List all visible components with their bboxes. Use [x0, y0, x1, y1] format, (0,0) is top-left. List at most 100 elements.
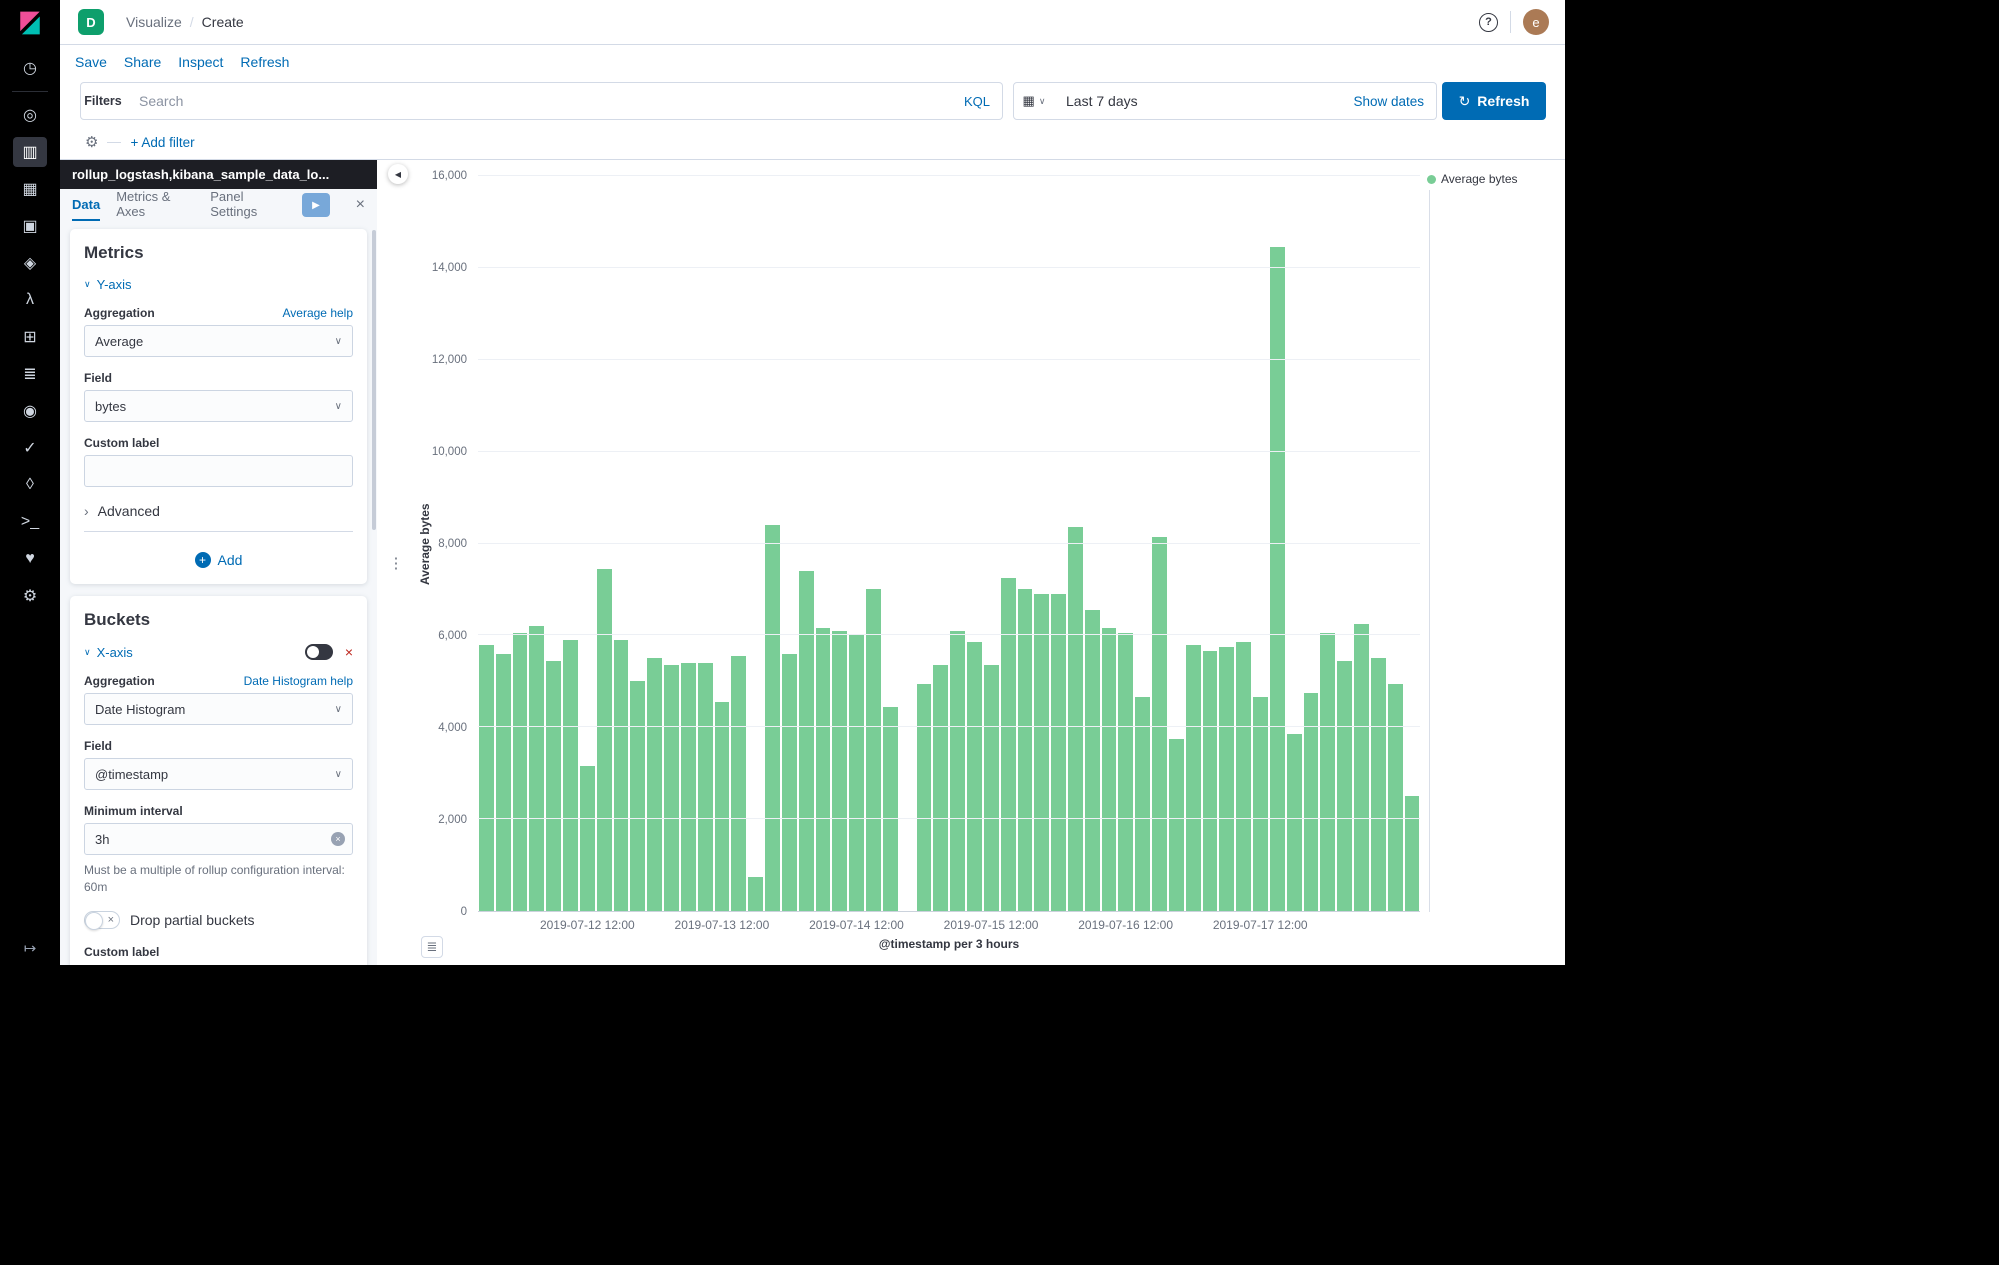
- custom-label-input[interactable]: [84, 455, 353, 487]
- machine-learning-icon[interactable]: λ: [13, 285, 47, 315]
- date-histogram-help-link[interactable]: Date Histogram help: [244, 674, 353, 688]
- tab-panel-settings[interactable]: Panel Settings: [210, 189, 286, 221]
- bar[interactable]: [1085, 610, 1100, 911]
- editor-scrollbar[interactable]: [372, 230, 376, 530]
- visualize-icon[interactable]: ▥: [13, 137, 47, 167]
- kql-switch[interactable]: KQL: [964, 94, 990, 109]
- bar[interactable]: [950, 631, 965, 911]
- bar[interactable]: [614, 640, 629, 911]
- nav-collapse-button[interactable]: ↦: [0, 939, 60, 957]
- bar[interactable]: [1236, 642, 1251, 911]
- bar[interactable]: [1169, 739, 1184, 911]
- space-badge[interactable]: D: [78, 9, 104, 35]
- remove-bucket-icon[interactable]: ×: [345, 644, 353, 660]
- bar[interactable]: [1051, 594, 1066, 911]
- bar[interactable]: [1186, 645, 1201, 911]
- bucket-aggregation-select[interactable]: Date Histogram ∨: [84, 693, 353, 725]
- bar[interactable]: [647, 658, 662, 911]
- canvas-icon[interactable]: ▣: [13, 211, 47, 241]
- average-help-link[interactable]: Average help: [283, 306, 354, 320]
- discard-changes-icon[interactable]: ×: [356, 196, 365, 214]
- bar[interactable]: [1102, 628, 1117, 911]
- bar[interactable]: [1118, 633, 1133, 911]
- bar[interactable]: [1320, 633, 1335, 911]
- advanced-toggle[interactable]: › Advanced: [84, 503, 353, 519]
- bar[interactable]: [1253, 697, 1268, 911]
- bar[interactable]: [1337, 661, 1352, 911]
- bar[interactable]: [1371, 658, 1386, 911]
- help-icon[interactable]: ?: [1479, 13, 1498, 32]
- bar[interactable]: [731, 656, 746, 911]
- filters-button[interactable]: Filters: [80, 82, 126, 120]
- bar[interactable]: [1287, 734, 1302, 911]
- recently-viewed-icon[interactable]: ◷: [13, 53, 47, 83]
- bar[interactable]: [1405, 796, 1420, 911]
- infrastructure-icon[interactable]: ⊞: [13, 322, 47, 352]
- bar[interactable]: [799, 571, 814, 911]
- bar[interactable]: [883, 707, 898, 911]
- bar[interactable]: [580, 766, 595, 911]
- bar[interactable]: [933, 665, 948, 911]
- minimum-interval-input[interactable]: [84, 823, 353, 855]
- editor-scroll-area[interactable]: Metrics ∨ Y-axis Aggregation Average hel…: [60, 221, 377, 965]
- tab-metrics-axes[interactable]: Metrics & Axes: [116, 189, 194, 221]
- tab-data[interactable]: Data: [72, 189, 100, 221]
- collapse-editor-button[interactable]: ◀: [388, 164, 408, 184]
- bar[interactable]: [715, 702, 730, 911]
- bar[interactable]: [1219, 647, 1234, 911]
- clear-input-icon[interactable]: ×: [331, 832, 345, 846]
- bar[interactable]: [513, 633, 528, 911]
- bar[interactable]: [1270, 247, 1285, 911]
- add-filter-button[interactable]: + Add filter: [130, 135, 194, 150]
- bar[interactable]: [698, 663, 713, 911]
- bar[interactable]: [1001, 578, 1016, 911]
- management-icon[interactable]: ⚙: [13, 581, 47, 611]
- bar[interactable]: [816, 628, 831, 911]
- bar[interactable]: [782, 654, 797, 911]
- bar[interactable]: [664, 665, 679, 911]
- inspect-button[interactable]: Inspect: [178, 54, 223, 70]
- refresh-button[interactable]: ↻ Refresh: [1442, 82, 1546, 120]
- bar[interactable]: [681, 663, 696, 911]
- bar[interactable]: [479, 645, 494, 911]
- bar[interactable]: [1068, 527, 1083, 911]
- bar[interactable]: [917, 684, 932, 911]
- filter-settings-gear-icon[interactable]: ⚙: [85, 133, 98, 151]
- bar[interactable]: [1388, 684, 1403, 911]
- bucket-enable-switch[interactable]: [305, 644, 333, 660]
- bar[interactable]: [563, 640, 578, 911]
- siem-icon[interactable]: ◊: [13, 470, 47, 500]
- bar[interactable]: [1018, 589, 1033, 911]
- maps-icon[interactable]: ◈: [13, 248, 47, 278]
- field-select[interactable]: bytes ∨: [84, 390, 353, 422]
- x-axis-toggle[interactable]: ∨ X-axis: [84, 645, 133, 660]
- bar[interactable]: [765, 525, 780, 911]
- add-metric-button[interactable]: + Add: [195, 552, 243, 568]
- legend-item[interactable]: Average bytes: [1427, 172, 1518, 186]
- bar[interactable]: [967, 642, 982, 911]
- bar[interactable]: [1203, 651, 1218, 911]
- bar[interactable]: [1034, 594, 1049, 911]
- date-picker-button[interactable]: ▦ ∨: [1013, 82, 1055, 120]
- bar[interactable]: [1135, 697, 1150, 911]
- bar[interactable]: [1354, 624, 1369, 911]
- date-range-control[interactable]: Last 7 days Show dates: [1054, 82, 1437, 120]
- bar[interactable]: [630, 681, 645, 911]
- save-button[interactable]: Save: [75, 54, 107, 70]
- aggregation-select[interactable]: Average ∨: [84, 325, 353, 357]
- bar[interactable]: [546, 661, 561, 911]
- bar[interactable]: [984, 665, 999, 911]
- search-input[interactable]: [125, 83, 964, 119]
- drop-partial-buckets-switch[interactable]: [84, 911, 120, 929]
- discover-icon[interactable]: ◎: [13, 100, 47, 130]
- kibana-logo[interactable]: [0, 0, 60, 46]
- breadcrumb-visualize[interactable]: Visualize: [126, 14, 182, 30]
- bar[interactable]: [866, 589, 881, 911]
- bar[interactable]: [529, 626, 544, 911]
- show-dates-button[interactable]: Show dates: [1353, 94, 1424, 109]
- refresh-link[interactable]: Refresh: [240, 54, 289, 70]
- dev-tools-icon[interactable]: >_: [13, 507, 47, 537]
- bar[interactable]: [832, 631, 847, 911]
- y-axis-toggle[interactable]: ∨ Y-axis: [84, 277, 132, 292]
- logs-icon[interactable]: ≣: [13, 359, 47, 389]
